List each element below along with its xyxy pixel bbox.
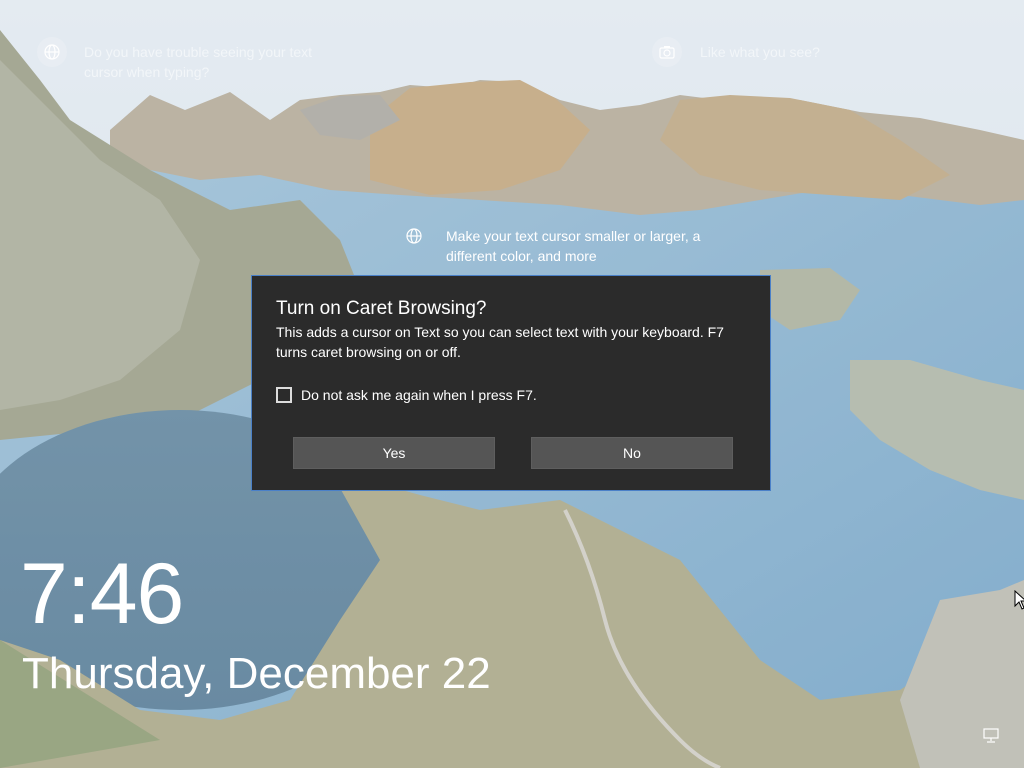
- mouse-pointer-icon: [1014, 589, 1024, 615]
- network-icon[interactable]: [983, 728, 1001, 749]
- yes-button[interactable]: Yes: [293, 437, 495, 469]
- dialog-title: Turn on Caret Browsing?: [276, 298, 487, 319]
- checkbox-label[interactable]: Do not ask me again when I press F7.: [301, 387, 537, 403]
- lockscreen-date: Thursday, December 22: [22, 649, 491, 698]
- tip-text-right[interactable]: Like what you see?: [700, 42, 960, 62]
- dialog-message: This adds a cursor on Text so you can se…: [276, 324, 724, 360]
- camera-icon[interactable]: [652, 37, 682, 67]
- no-button[interactable]: No: [531, 437, 733, 469]
- tip-text-center[interactable]: Make your text cursor smaller or larger,…: [446, 226, 746, 266]
- lockscreen-time: 7:46: [20, 546, 184, 642]
- tip-text-left[interactable]: Do you have trouble seeing your text cur…: [84, 42, 354, 82]
- globe-icon[interactable]: [399, 221, 429, 251]
- caret-browsing-dialog: Turn on Caret Browsing? This adds a curs…: [251, 275, 771, 491]
- checkbox-box[interactable]: [276, 387, 292, 403]
- globe-icon[interactable]: [37, 37, 67, 67]
- dont-ask-again-checkbox[interactable]: Do not ask me again when I press F7.: [276, 387, 537, 403]
